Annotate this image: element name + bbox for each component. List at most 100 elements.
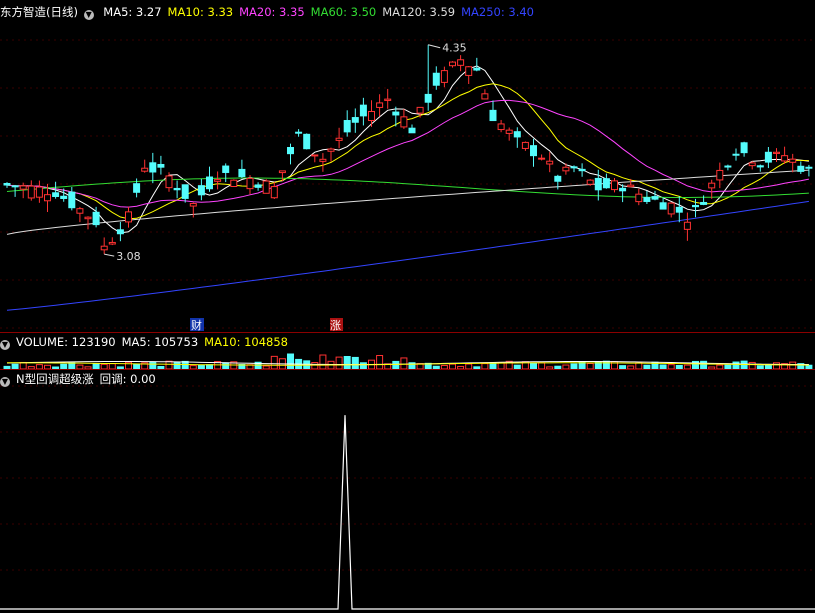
volume-bar — [343, 355, 351, 370]
candle-body — [359, 104, 367, 117]
volume-header: ▼ VOLUME: 123190 MA5: 105753 MA10: 104858 — [0, 334, 294, 350]
candle-body — [384, 98, 392, 101]
volume-ma10: MA10: 104858 — [204, 335, 288, 349]
volume-bar — [789, 361, 797, 370]
candle-body — [505, 129, 513, 134]
candle-body — [789, 158, 797, 163]
ma-legend: MA5: 3.27 MA10: 3.33 MA20: 3.35 MA60: 3.50 M… — [103, 5, 540, 19]
chevron-down-icon[interactable]: ▼ — [0, 340, 10, 350]
candle-body — [400, 116, 408, 128]
volume-bar — [740, 360, 748, 370]
candle-body — [197, 185, 205, 196]
candle-body — [700, 201, 708, 205]
event-markers: 财 涨 — [190, 318, 343, 332]
candle-body — [254, 184, 262, 188]
candle-body — [602, 178, 610, 189]
high-price-label: 4.35 — [442, 42, 467, 55]
candle-body — [521, 141, 529, 149]
candle-body — [246, 177, 254, 190]
candle-body — [538, 157, 546, 160]
candle-body — [335, 137, 343, 141]
low-annotation-arrow — [104, 253, 115, 257]
price-annotations: 4.35 3.08 — [104, 42, 467, 263]
candle-body — [619, 187, 627, 192]
volume-bar — [165, 360, 173, 370]
candle-body — [278, 170, 286, 174]
candle-body — [805, 166, 813, 169]
ma-legend-item: MA60: 3.50 — [310, 5, 377, 19]
period-label: (日线) — [46, 5, 78, 19]
candle-body — [546, 160, 554, 165]
candle-body — [35, 186, 43, 198]
candle-body — [100, 245, 108, 251]
volume-ma5: MA5: 105753 — [121, 335, 199, 349]
candle-body — [173, 187, 181, 191]
candle-body — [570, 166, 578, 169]
indicator-header: ▼ N型回调超级涨 回调: 0.00 — [0, 371, 162, 387]
candle-body — [635, 193, 643, 203]
volume-bar — [376, 355, 384, 370]
candle-body — [683, 221, 691, 230]
volume-bar — [149, 361, 157, 370]
volume-bar — [700, 360, 708, 370]
candle-body — [27, 185, 35, 199]
volume-indicator-divider — [0, 369, 815, 370]
indicator-title: N型回调超级涨 — [16, 372, 94, 386]
ma-legend-item: MA20: 3.35 — [239, 5, 305, 19]
candle-body — [368, 110, 375, 121]
candle-body — [206, 176, 213, 190]
stock-title[interactable]: 东方智造(日线) — [0, 5, 78, 19]
candle-body — [724, 165, 732, 168]
candle-body — [311, 154, 319, 157]
candle-body — [287, 147, 294, 155]
stock-chart-canvas[interactable]: 4.35 3.08 财 涨 — [0, 0, 815, 613]
zhang-marker[interactable]: 涨 — [330, 319, 341, 332]
chevron-down-icon[interactable]: ▼ — [83, 10, 94, 20]
candle-body — [270, 186, 278, 199]
volume-title: VOLUME: 123190 — [16, 335, 116, 349]
ma-legend-item: MA120: 3.59 — [382, 5, 456, 19]
volume-bar — [287, 353, 294, 370]
volume-bar — [351, 356, 359, 370]
cai-marker[interactable]: 财 — [191, 318, 202, 332]
volume-bar — [173, 361, 181, 370]
candle-body — [578, 168, 586, 172]
low-price-label: 3.08 — [116, 250, 141, 263]
candle-body — [11, 185, 19, 188]
volume-bar — [392, 360, 400, 370]
n-pattern-indicator-line — [0, 415, 815, 610]
candle-body — [740, 142, 748, 154]
candle-body — [92, 211, 100, 226]
candle-body — [295, 131, 303, 134]
candle-body — [457, 59, 465, 66]
candle-body — [530, 145, 537, 157]
high-annotation-arrow — [428, 44, 441, 49]
main-header: 东方智造(日线) ▼ MA5: 3.27 MA10: 3.33 MA20: 3.35… — [0, 4, 540, 20]
candle-body — [238, 168, 246, 178]
candle-body — [76, 208, 84, 214]
candle-body — [376, 102, 384, 108]
candle-body — [489, 109, 497, 122]
candle-body — [627, 184, 635, 188]
candle-body — [594, 177, 602, 191]
candle-body — [116, 229, 124, 235]
ma20-line — [6, 99, 810, 208]
candle-body — [659, 202, 667, 210]
ma60-line — [6, 177, 809, 198]
volume-bar — [270, 355, 278, 370]
candle-body — [667, 202, 675, 215]
candle-body — [44, 194, 51, 202]
candle-body — [343, 120, 351, 133]
chevron-down-icon[interactable]: ▼ — [0, 377, 10, 387]
candle-body — [732, 153, 740, 156]
candle-body — [181, 184, 189, 199]
candle-body — [440, 70, 448, 83]
candle-body — [797, 165, 805, 172]
candle-body — [262, 180, 270, 194]
ma-legend-item: MA5: 3.27 — [103, 5, 162, 19]
indicator-spike-line — [0, 415, 815, 610]
ma-legend-item: MA250: 3.40 — [461, 5, 534, 19]
candle-body — [748, 162, 756, 167]
candle-body — [303, 133, 311, 150]
candle-body — [3, 182, 11, 186]
